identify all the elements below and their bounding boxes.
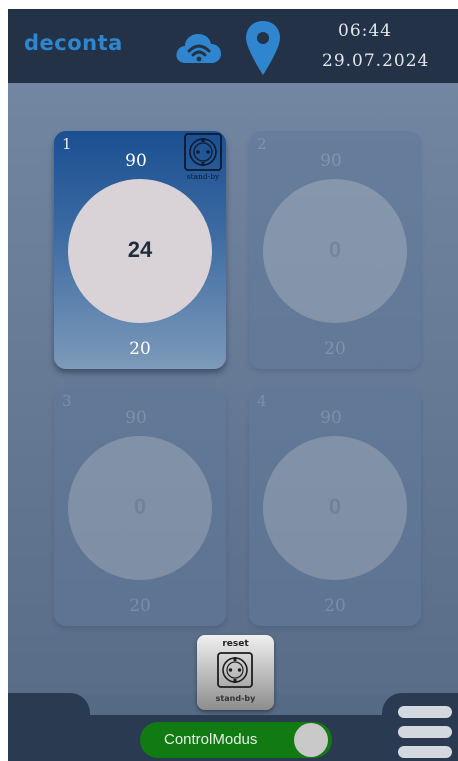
cloud-wifi-icon[interactable] [174, 27, 222, 67]
tile-max-value: 90 [125, 408, 147, 428]
brand-logo: deconta [24, 31, 123, 55]
menu-bar-line [398, 746, 452, 758]
toggle-knob[interactable] [294, 723, 328, 757]
socket-standby-icon[interactable]: stand-by [183, 133, 223, 181]
dial-gauge[interactable]: 0 [68, 436, 212, 580]
dial-gauge[interactable]: 0 [263, 436, 407, 580]
dial-gauge[interactable]: 0 [263, 179, 407, 323]
tile-min-value: 20 [324, 596, 346, 616]
location-pin-icon[interactable] [244, 19, 282, 77]
clock-date: 29.07.2024 [322, 51, 430, 71]
dial-gauge[interactable]: 24 [68, 179, 212, 323]
menu-bar-line [398, 726, 452, 738]
device-screen: deconta 06:44 29.07.2024 1 90 stand-by 2… [8, 9, 458, 761]
channel-tile-1[interactable]: 1 90 stand-by 24 20 [54, 131, 226, 369]
socket-status-label: stand-by [187, 172, 220, 181]
reset-sublabel: stand-by [215, 694, 256, 703]
dial-value: 0 [328, 494, 342, 519]
channel-tile-2[interactable]: 2 90 0 20 [249, 131, 421, 369]
control-mode-toggle[interactable]: ControlModus [140, 722, 332, 758]
clock-time: 06:44 [338, 21, 392, 41]
header-bar: deconta 06:44 29.07.2024 [8, 9, 458, 83]
tile-max-value: 90 [320, 408, 342, 428]
reset-label: reset [222, 639, 249, 649]
channel-tile-4[interactable]: 4 90 0 20 [249, 388, 421, 626]
menu-bar-line [398, 706, 452, 718]
tile-min-value: 20 [129, 596, 151, 616]
tile-min-value: 20 [129, 339, 151, 359]
dial-value: 24 [127, 237, 153, 262]
socket-icon [217, 652, 253, 688]
tile-min-value: 20 [324, 339, 346, 359]
dial-value: 0 [133, 494, 147, 519]
dial-value: 0 [328, 237, 342, 262]
reset-standby-button[interactable]: reset stand-by [197, 635, 274, 710]
toggle-label: ControlModus [164, 731, 258, 748]
tile-max-value: 90 [320, 151, 342, 171]
hamburger-menu-icon[interactable] [396, 704, 454, 760]
channel-tile-3[interactable]: 3 90 0 20 [54, 388, 226, 626]
